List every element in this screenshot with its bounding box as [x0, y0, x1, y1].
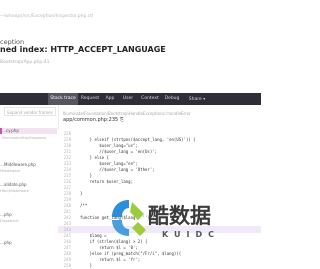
stack-frames-sidebar: Expand vendor frames …cy.php Illuminate\… [0, 105, 59, 269]
tab-request[interactable]: Request [80, 93, 100, 105]
frame-file-label: …alidate.php [0, 182, 27, 187]
frame-file-label: …php [0, 240, 12, 245]
tab-label: Share [188, 97, 202, 102]
stack-frame-item[interactable]: …alidate.php [0, 182, 57, 188]
exception-message: ned index: HTTP_ACCEPT_LANGUAGE [0, 45, 166, 54]
tab-label: Request [80, 96, 100, 101]
tab-label: Stack trace [50, 96, 76, 101]
watermark: 酷数据 KUIDC [108, 196, 261, 248]
watermark-subtext: KUIDC [162, 230, 221, 239]
chevron-down-icon: ▾ [203, 96, 206, 101]
tab-label: Debug [164, 96, 180, 101]
code-line: 250 } [58, 262, 261, 269]
stack-frame-item[interactable]: …Middleware.php [0, 162, 57, 168]
frame-class-label: Illuminate\Http\Response [2, 136, 47, 140]
stack-frame-item[interactable]: …php [0, 212, 57, 218]
tab-label: App [105, 96, 115, 101]
frame-class-label: Middleware [0, 169, 21, 173]
watermark-logo-icon [112, 200, 146, 236]
stack-frame-item[interactable]: …php [0, 240, 57, 246]
copy-icon[interactable]: ⎘ [120, 117, 124, 123]
ignition-toolbar: Stack trace Request App User Context Deb… [0, 93, 261, 105]
tab-label: Context [141, 96, 159, 101]
frame-class-label: Dispatcher [0, 219, 19, 223]
tab-label: User [122, 96, 134, 101]
tab-user[interactable]: User [120, 93, 136, 105]
expand-vendor-frames-button[interactable]: Expand vendor frames [4, 107, 56, 116]
frame-file-label: …Middleware.php [0, 162, 36, 167]
tab-debug[interactable]: Debug [163, 93, 181, 105]
tab-app[interactable]: App [103, 93, 117, 105]
line-number: 250 [63, 263, 71, 268]
frame-file-text: app/common.php:235 [63, 117, 119, 123]
frame-method-title: Illuminate\Foundation\Bootstrap\HandleEx… [63, 111, 191, 116]
frame-file-label: …php [0, 212, 12, 217]
frame-class-label: Http\Middleware [0, 189, 29, 193]
watermark-text: 酷数据 [148, 204, 211, 228]
code-text: } [80, 263, 93, 268]
stack-frame-item[interactable]: …cy.php [0, 128, 57, 134]
exception-file-path: ~/whoops/src/Exception/Inspector.php.ctl [0, 14, 94, 19]
exception-location: Bootstrap/App.php:41 [0, 60, 50, 65]
frame-file-path: app/common.php:235 ⎘ [63, 117, 124, 123]
frame-file-label: …cy.php [2, 128, 19, 133]
tab-context[interactable]: Context [139, 93, 161, 105]
tab-share[interactable]: Share ▾ [185, 93, 209, 105]
tab-stack-trace[interactable]: Stack trace [48, 93, 78, 105]
exception-header: ~/whoops/src/Exception/Inspector.php.ctl… [0, 0, 261, 89]
